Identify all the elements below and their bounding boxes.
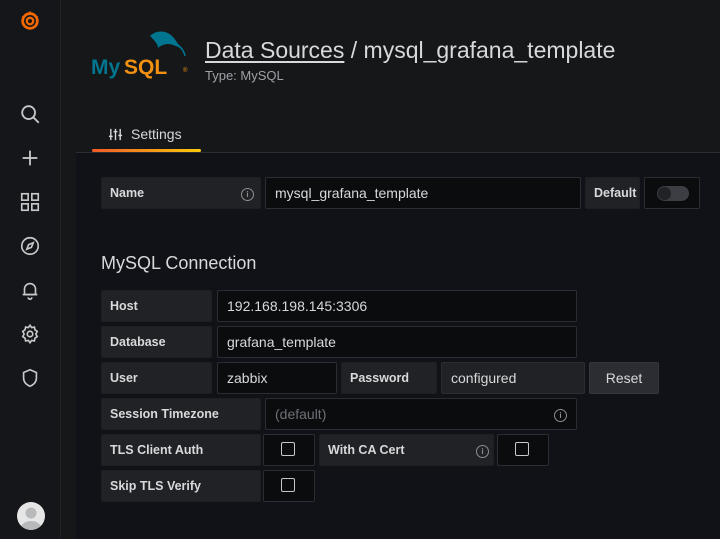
datasource-type-subtitle: Type: MySQL (205, 68, 284, 83)
grafana-logo-icon[interactable] (16, 7, 44, 35)
name-label-text: Name (110, 186, 145, 200)
session-timezone-input[interactable]: (default) i (265, 398, 577, 430)
with-ca-cert-label-text: With CA Cert (328, 443, 405, 457)
user-label: User (101, 362, 212, 394)
sliders-icon (108, 128, 123, 140)
tls-client-auth-label: TLS Client Auth (101, 434, 261, 466)
breadcrumb-separator: / (350, 37, 358, 63)
database-label: Database (101, 326, 212, 358)
svg-text:SQL: SQL (124, 56, 167, 79)
sidebar (0, 0, 61, 539)
mysql-logo: My SQL ® (88, 26, 192, 84)
switch-knob (658, 187, 671, 200)
search-icon[interactable] (16, 100, 44, 128)
info-icon[interactable]: i (554, 409, 567, 422)
info-icon[interactable]: i (241, 188, 254, 201)
user-input[interactable]: zabbix (217, 362, 337, 394)
svg-text:®: ® (183, 67, 188, 74)
breadcrumb-data-sources-link[interactable]: Data Sources (205, 37, 344, 63)
default-switch[interactable] (657, 186, 689, 201)
skip-tls-verify-checkbox-wrapper (263, 470, 315, 502)
server-admin-shield-icon[interactable] (16, 364, 44, 392)
tab-settings-label: Settings (131, 126, 182, 142)
plus-icon[interactable] (16, 144, 44, 172)
with-ca-cert-checkbox[interactable] (515, 442, 529, 456)
host-input[interactable]: 192.168.198.145:3306 (217, 290, 577, 322)
svg-text:My: My (91, 56, 120, 79)
dashboards-grid-icon[interactable] (16, 188, 44, 216)
skip-tls-verify-label: Skip TLS Verify (101, 470, 261, 502)
session-timezone-label: Session Timezone (101, 398, 261, 430)
page-title: Data Sources / mysql_grafana_template (205, 37, 615, 64)
user-avatar[interactable] (17, 502, 45, 530)
tls-client-auth-checkbox-wrapper (263, 434, 315, 466)
default-toggle[interactable] (644, 177, 700, 209)
datasource-name-input[interactable]: mysql_grafana_template (265, 177, 581, 209)
alerting-bell-icon[interactable] (16, 276, 44, 304)
default-label: Default (585, 177, 640, 209)
with-ca-cert-label: With CA Cert i (319, 434, 494, 466)
host-label: Host (101, 290, 212, 322)
explore-compass-icon[interactable] (16, 232, 44, 260)
mysql-connection-heading: MySQL Connection (101, 253, 257, 273)
password-label: Password (341, 362, 437, 394)
skip-tls-verify-checkbox[interactable] (281, 478, 295, 492)
info-icon[interactable]: i (476, 445, 489, 458)
name-label: Name i (101, 177, 261, 209)
session-timezone-placeholder: (default) (275, 406, 327, 422)
datasource-name-heading: mysql_grafana_template (363, 37, 616, 63)
tab-settings[interactable]: Settings (92, 120, 201, 152)
configuration-gear-icon[interactable] (16, 320, 44, 348)
password-configured-field: configured (441, 362, 585, 394)
with-ca-cert-checkbox-wrapper (497, 434, 549, 466)
database-input[interactable]: grafana_template (217, 326, 577, 358)
password-reset-button[interactable]: Reset (589, 362, 659, 394)
tls-client-auth-checkbox[interactable] (281, 442, 295, 456)
